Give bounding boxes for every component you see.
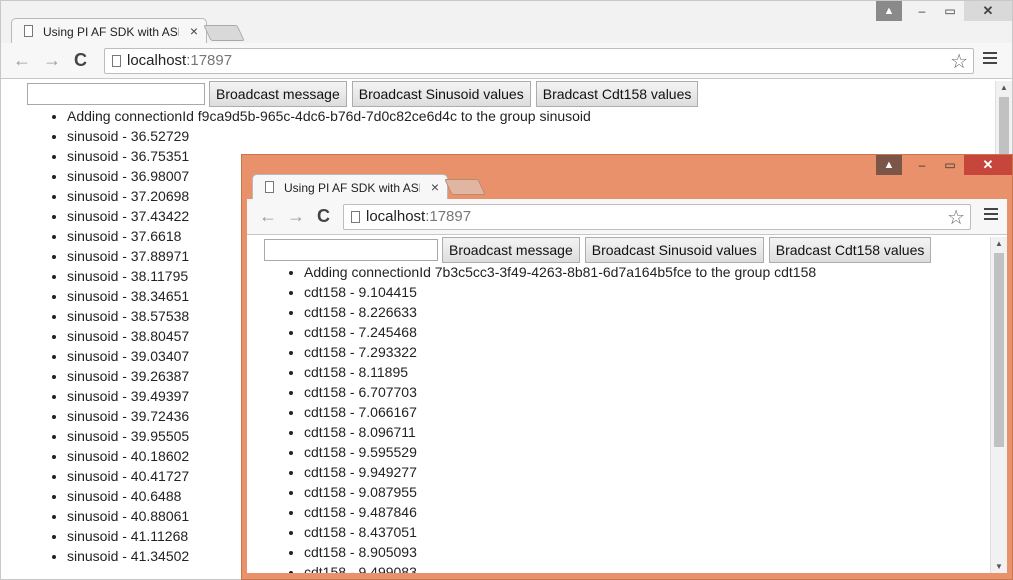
scrollbar-thumb[interactable] [994,253,1004,447]
list-item: cdt158 - 9.087955 [304,482,816,502]
reload-icon[interactable]: C [317,207,330,225]
list-item: cdt158 - 7.293322 [304,342,816,362]
minimize-icon[interactable]: – [908,1,936,21]
list-item: cdt158 - 6.707703 [304,382,816,402]
page-icon [351,211,360,223]
list-item: cdt158 - 9.595529 [304,442,816,462]
user-icon[interactable]: ▲ [876,155,902,175]
list-item: cdt158 - 9.949277 [304,462,816,482]
tab-close-icon[interactable]: × [190,23,198,39]
list-item: Adding connectionId 7b3c5cc3-3f49-4263-8… [304,262,816,282]
tab-close-icon[interactable]: × [431,179,439,195]
message-input[interactable] [264,239,438,261]
reload-icon[interactable]: C [74,51,87,69]
scroll-up-icon[interactable]: ▲ [996,83,1012,92]
maximize-icon[interactable]: ▭ [936,1,964,21]
menu-icon[interactable] [983,52,997,67]
bookmark-star-icon[interactable]: ☆ [950,49,968,74]
list-item: cdt158 - 8.096711 [304,422,816,442]
address-bar[interactable]: localhost:17897 ☆ [104,48,974,74]
browser-window-front[interactable]: Using PI AF SDK with ASP. × ▲ – ▭ ✕ ← → … [241,154,1013,580]
browser-tab[interactable]: Using PI AF SDK with ASP. × [11,18,207,44]
page-content: Broadcast message Broadcast Sinusoid val… [247,235,1007,573]
page-icon [112,55,121,67]
broadcast-message-button[interactable]: Broadcast message [209,81,347,107]
scroll-up-icon[interactable]: ▲ [991,239,1007,248]
browser-tab[interactable]: Using PI AF SDK with ASP. × [252,174,448,199]
list-item: cdt158 - 7.066167 [304,402,816,422]
list-item: cdt158 - 9.499083 [304,562,816,573]
list-item: Adding connectionId f9ca9d5b-965c-4dc6-b… [67,106,591,126]
message-input[interactable] [27,83,205,105]
forward-icon[interactable]: → [287,207,305,225]
bookmark-star-icon[interactable]: ☆ [947,205,965,230]
broadcast-message-button[interactable]: Broadcast message [442,237,580,263]
new-tab-button[interactable] [444,179,486,195]
list-item: cdt158 - 8.905093 [304,542,816,562]
message-list: Adding connectionId 7b3c5cc3-3f49-4263-8… [304,262,816,573]
browser-toolbar: ← → C localhost:17897 ☆ [247,199,1007,235]
close-icon[interactable]: ✕ [964,155,1012,175]
tab-title: Using PI AF SDK with ASP. [43,25,179,39]
controls-row: Broadcast message Broadcast Sinusoid val… [264,237,936,263]
window-controls: ▲ – ▭ ✕ [876,155,1012,175]
url-text: localhost:17897 [366,208,472,225]
back-icon[interactable]: ← [259,207,277,225]
list-item: cdt158 - 9.487846 [304,502,816,522]
title-bar: Using PI AF SDK with ASP. × ▲ – ▭ ✕ [1,1,1012,44]
list-item: cdt158 - 8.437051 [304,522,816,542]
close-icon[interactable]: ✕ [964,1,1012,21]
broadcast-sinusoid-button[interactable]: Broadcast Sinusoid values [584,237,764,263]
page-icon [24,25,33,37]
scrollbar-thumb[interactable] [999,97,1009,157]
broadcast-cdt158-button[interactable]: Bradcast Cdt158 values [535,81,699,107]
title-bar: Using PI AF SDK with ASP. × ▲ – ▭ ✕ [242,155,1012,199]
url-text: localhost:17897 [127,52,233,69]
list-item: sinusoid - 36.52729 [67,126,591,146]
menu-icon[interactable] [984,208,998,223]
forward-icon[interactable]: → [43,51,61,69]
user-icon[interactable]: ▲ [876,1,902,21]
tab-title: Using PI AF SDK with ASP. [284,181,420,195]
broadcast-sinusoid-button[interactable]: Broadcast Sinusoid values [351,81,531,107]
back-icon[interactable]: ← [13,51,31,69]
address-bar[interactable]: localhost:17897 ☆ [343,204,971,230]
maximize-icon[interactable]: ▭ [936,155,964,175]
vertical-scrollbar[interactable]: ▲ ▼ [990,237,1007,573]
list-item: cdt158 - 7.245468 [304,322,816,342]
browser-toolbar: ← → C localhost:17897 ☆ [1,43,1012,79]
new-tab-button[interactable] [203,25,245,41]
minimize-icon[interactable]: – [908,155,936,175]
controls-row: Broadcast message Broadcast Sinusoid val… [27,81,703,107]
page-icon [265,181,274,193]
list-item: cdt158 - 8.226633 [304,302,816,322]
list-item: cdt158 - 9.104415 [304,282,816,302]
scroll-down-icon[interactable]: ▼ [991,562,1007,571]
broadcast-cdt158-button[interactable]: Bradcast Cdt158 values [768,237,932,263]
list-item: cdt158 - 8.11895 [304,362,816,382]
window-controls: ▲ – ▭ ✕ [876,1,1012,21]
